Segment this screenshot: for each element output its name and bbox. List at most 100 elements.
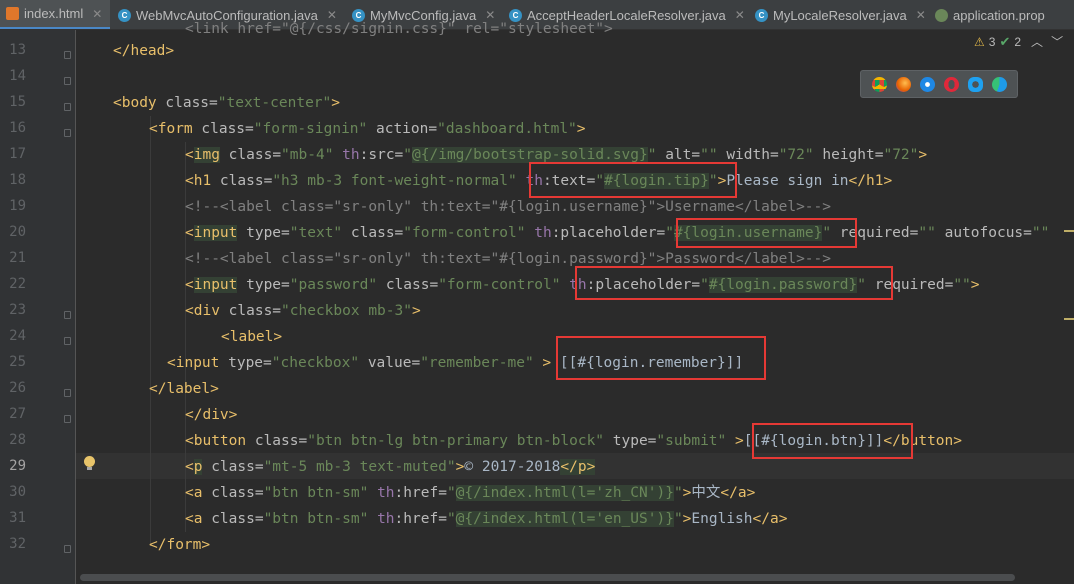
code-token: > <box>411 303 421 319</box>
code-line-14[interactable]: </head> <box>0 38 1074 64</box>
opera-icon[interactable] <box>943 76 959 92</box>
code-token: "" <box>700 147 718 163</box>
code-token: <form <box>149 121 193 137</box>
tab-mylocaleresolver[interactable]: C MyLocaleResolver.java ✕ <box>749 0 927 29</box>
code-line-23[interactable]: <input type="password" class="form-contr… <box>0 272 1074 298</box>
code-token: <a <box>185 511 203 527</box>
tab-label: MyLocaleResolver.java <box>773 7 907 23</box>
java-class-icon: C <box>755 8 768 22</box>
code-token: class= <box>377 277 439 293</box>
close-tab-icon[interactable]: ✕ <box>916 8 926 22</box>
code-token: <body <box>113 95 157 111</box>
code-token: "72" <box>778 147 814 163</box>
fold-marker-icon[interactable] <box>64 77 71 85</box>
code-line-27[interactable]: </label> <box>0 376 1074 402</box>
code-token: <h1 <box>185 173 212 189</box>
code-token: "btn btn-sm" <box>263 511 369 527</box>
code-token: class= <box>342 225 404 241</box>
tab-index-html[interactable]: index.html ✕ <box>0 0 110 29</box>
code-token: "checkbox mb-3" <box>281 303 412 319</box>
internet-explorer-icon[interactable] <box>967 76 983 92</box>
code-token: @{/index.html(l= <box>455 485 596 501</box>
code-token: :href= <box>394 511 447 527</box>
code-line-31[interactable]: <a class="btn btn-sm" th:href="@{/index.… <box>0 480 1074 506</box>
code-token: th <box>333 147 360 163</box>
code-token: "checkbox" <box>271 355 360 371</box>
code-line-22[interactable]: <!--<label class="sr-only" th:text="#{lo… <box>0 246 1074 272</box>
code-token: </p> <box>560 459 596 475</box>
close-tab-icon[interactable]: ✕ <box>735 8 745 22</box>
code-token: class= <box>246 433 308 449</box>
code-line-24[interactable]: <div class="checkbox mb-3"> <box>0 298 1074 324</box>
code-line-17[interactable]: <form class="form-signin" action="dashbo… <box>0 116 1074 142</box>
code-token: "dashboard.html" <box>437 121 577 137</box>
edge-icon[interactable] <box>991 76 1007 92</box>
code-token: > <box>726 433 744 449</box>
code-token: <a <box>185 485 203 501</box>
code-line-26[interactable]: <input type="checkbox" value="remember-m… <box>0 350 1074 376</box>
code-token: th <box>368 485 395 501</box>
code-token: < <box>185 459 194 475</box>
highlight-box-login-tip <box>529 162 737 198</box>
code-token: <label> <box>221 329 283 345</box>
code-token: "submit" <box>656 433 727 449</box>
code-line-32[interactable]: <a class="btn btn-sm" th:href="@{/index.… <box>0 506 1074 532</box>
code-token: img <box>193 147 220 163</box>
code-token: class= <box>202 459 264 475</box>
code-token: <input <box>167 355 220 371</box>
highlight-box-login-remember <box>556 336 766 380</box>
horizontal-scrollbar[interactable] <box>76 571 1074 584</box>
code-token: class= <box>219 303 282 319</box>
firefox-icon[interactable] <box>895 76 911 92</box>
chrome-icon[interactable] <box>871 76 887 92</box>
code-token: " <box>446 511 456 527</box>
code-token: action= <box>367 121 438 137</box>
code-token: <div <box>185 303 220 319</box>
code-token: </label> <box>149 381 219 397</box>
code-token: </a> <box>720 485 756 501</box>
code-token: height= <box>813 147 884 163</box>
code-token: > <box>918 147 928 163</box>
code-line-25[interactable]: <label> <box>0 324 1074 350</box>
code-token: "h3 mb-3 font-weight-normal" <box>272 173 517 189</box>
code-token: "mb-4" <box>281 147 334 163</box>
code-token: "" <box>918 225 936 241</box>
code-token: </div> <box>185 407 238 423</box>
scrollbar-marker[interactable] <box>1064 230 1074 232</box>
code-token: "" <box>1031 225 1050 241</box>
scrollbar-marker[interactable] <box>1064 318 1074 320</box>
code-token: type= <box>237 225 290 241</box>
code-token: > <box>331 95 340 111</box>
tab-label: index.html <box>24 6 84 21</box>
code-line-21[interactable]: <input type="text" class="form-control" … <box>0 220 1074 246</box>
code-token: "text" <box>289 225 343 241</box>
java-class-icon: C <box>118 8 131 22</box>
code-line-33[interactable]: </form> <box>0 532 1074 558</box>
safari-icon[interactable] <box>919 76 935 92</box>
code-token: < <box>185 147 194 163</box>
code-token: 'en_US' <box>595 511 657 527</box>
code-token: class= <box>156 95 218 111</box>
code-token: </h1> <box>848 173 893 189</box>
code-token: </a> <box>752 511 788 527</box>
code-token: @{/index.html(l= <box>455 511 596 527</box>
code-token: )} <box>656 511 674 527</box>
tab-label: application.prop <box>953 7 1045 23</box>
code-token: class= <box>219 147 282 163</box>
code-token: alt= <box>656 147 701 163</box>
code-token: "password" <box>289 277 378 293</box>
code-token: </form> <box>149 537 211 553</box>
code-token: class= <box>192 121 254 137</box>
code-token: class= <box>211 173 273 189</box>
tab-application-properties[interactable]: application.prop <box>929 0 1074 29</box>
code-token: "form-signin" <box>253 121 368 137</box>
code-token: " <box>446 485 456 501</box>
code-token: autofocus= <box>935 225 1032 241</box>
scrollbar-thumb[interactable] <box>80 574 1015 581</box>
code-token: :href= <box>394 485 447 501</box>
highlight-box-login-btn <box>752 423 913 459</box>
code-token: " <box>673 485 683 501</box>
close-tab-icon[interactable]: ✕ <box>92 7 102 21</box>
html-file-icon <box>6 7 19 20</box>
code-token: @{/img/bootstrap-solid.svg} <box>412 147 648 163</box>
